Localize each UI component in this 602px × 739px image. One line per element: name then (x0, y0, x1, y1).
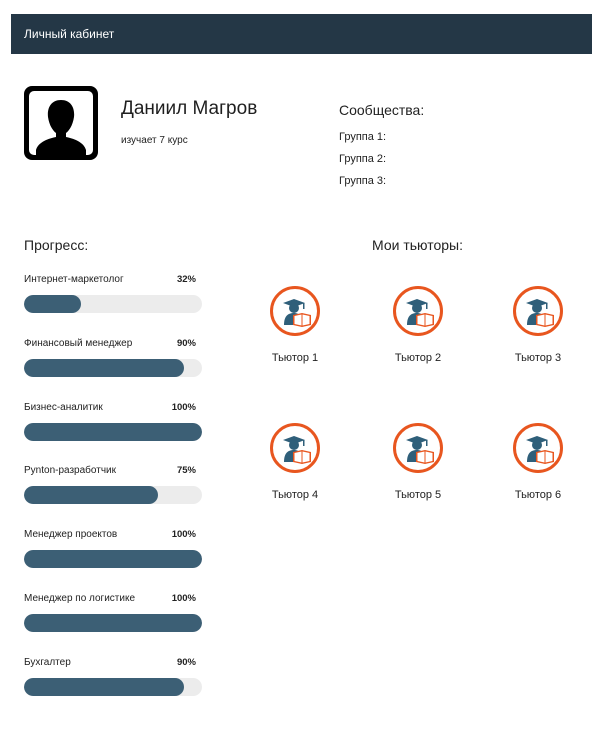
progress-fill (24, 550, 202, 568)
progress-value: 75% (176, 465, 196, 476)
tutor-label: Тьютор 5 (394, 489, 442, 501)
tutor-avatar[interactable] (270, 286, 320, 336)
tutor-icon (406, 436, 434, 464)
progress-label: Pynton-разработчик (24, 465, 117, 476)
tutor-label: Тьютор 1 (271, 352, 319, 364)
tutor-avatar[interactable] (270, 423, 320, 473)
progress-fill (24, 486, 158, 504)
tutor-avatar[interactable] (393, 423, 443, 473)
progress-value: 90% (176, 657, 196, 668)
tutor-icon (526, 436, 554, 464)
progress-item: Бухгалтер 90% (24, 657, 202, 697)
progress-value: 100% (171, 402, 196, 413)
tutor-card[interactable]: Тьютор 3 (495, 286, 585, 376)
tutor-card[interactable]: Тьютор 6 (495, 423, 585, 513)
tutor-icon (406, 299, 434, 327)
tutor-card[interactable]: Тьютор 1 (252, 286, 342, 376)
avatar (24, 86, 98, 160)
tutor-avatar[interactable] (513, 286, 563, 336)
tutor-label: Тьютор 2 (394, 352, 442, 364)
progress-fill (24, 295, 81, 313)
group-item[interactable]: Группа 2: (339, 153, 386, 165)
tutor-label: Тьютор 4 (271, 489, 319, 501)
progress-item: Pynton-разработчик 75% (24, 465, 202, 505)
tutor-avatar[interactable] (393, 286, 443, 336)
tutor-avatar[interactable] (513, 423, 563, 473)
progress-track (24, 614, 202, 632)
progress-track (24, 359, 202, 377)
group-item[interactable]: Группа 3: (339, 175, 386, 187)
progress-track (24, 423, 202, 441)
user-silhouette-icon (29, 91, 93, 155)
progress-fill (24, 614, 202, 632)
progress-value: 32% (176, 274, 196, 285)
communities-title: Сообщества: (339, 102, 425, 118)
tutors-title: Мои тьюторы: (372, 237, 463, 253)
tutor-card[interactable]: Тьютор 2 (375, 286, 465, 376)
header-title: Личный кабинет (24, 27, 115, 41)
tutor-icon (526, 299, 554, 327)
tutor-label: Тьютор 3 (514, 352, 562, 364)
progress-item: Интернет-маркетолог 32% (24, 274, 202, 314)
progress-fill (24, 678, 185, 696)
group-item[interactable]: Группа 1: (339, 131, 386, 143)
progress-label: Менеджер по логистике (24, 593, 136, 604)
tutor-icon (283, 299, 311, 327)
progress-label: Менеджер проектов (24, 529, 118, 540)
tutor-card[interactable]: Тьютор 5 (375, 423, 465, 513)
progress-fill (24, 359, 185, 377)
progress-label: Бизнес-аналитик (24, 402, 103, 413)
progress-label: Интернет-маркетолог (24, 274, 124, 285)
progress-track (24, 295, 202, 313)
profile-name: Даниил Магров (121, 98, 258, 119)
tutor-label: Тьютор 6 (514, 489, 562, 501)
progress-track (24, 550, 202, 568)
progress-label: Бухгалтер (24, 657, 71, 668)
progress-fill (24, 423, 202, 441)
progress-item: Финансовый менеджер 90% (24, 338, 202, 378)
progress-value: 100% (171, 529, 196, 540)
tutor-icon (283, 436, 311, 464)
progress-item: Менеджер проектов 100% (24, 529, 202, 569)
profile-course: изучает 7 курс (121, 135, 188, 146)
progress-track (24, 678, 202, 696)
progress-value: 90% (176, 338, 196, 349)
tutor-card[interactable]: Тьютор 4 (252, 423, 342, 513)
progress-label: Финансовый менеджер (24, 338, 133, 349)
progress-item: Менеджер по логистике 100% (24, 593, 202, 633)
progress-title: Прогресс: (24, 237, 89, 253)
progress-value: 100% (171, 593, 196, 604)
app-header: Личный кабинет (11, 14, 592, 54)
progress-track (24, 486, 202, 504)
progress-item: Бизнес-аналитик 100% (24, 402, 202, 442)
